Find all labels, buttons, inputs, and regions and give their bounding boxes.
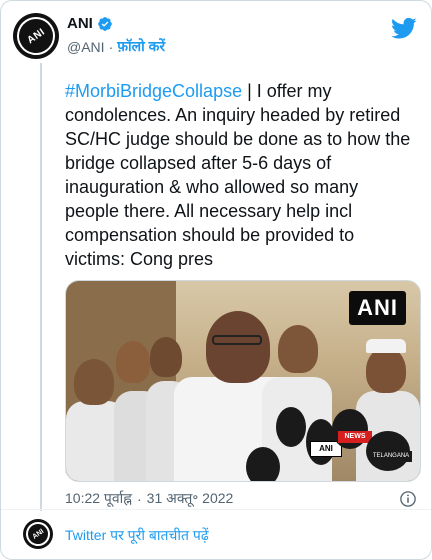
cap [366,339,406,353]
tweet-date[interactable]: 31 अक्तू॰ 2022 [147,489,234,508]
twitter-bird-icon[interactable] [391,15,417,41]
glasses [212,335,262,345]
mic-label-news: NEWS [338,431,372,443]
tweet-body: | I offer my condolences. An inquiry hea… [65,81,411,269]
footer-avatar-logo: ANI [23,519,53,549]
person-left-head [74,359,114,405]
footer-divider [1,509,431,510]
avatar-logo: ANI [13,13,59,59]
tweet-image[interactable]: ANI NEWS TELANGANA ANI [65,280,421,482]
author-name[interactable]: ANI [67,15,93,32]
person-3-head [150,337,182,377]
person-5-head [278,325,318,373]
thread-line [40,63,42,511]
person-right-head [366,347,406,393]
author-handle[interactable]: @ANI [67,39,105,55]
handle-row: @ANI · फ़ॉलो करें [67,37,165,56]
microphone-1 [246,447,280,481]
info-icon[interactable] [399,490,417,508]
avatar[interactable]: ANI [13,13,59,59]
microphone-2 [276,407,306,447]
person-2-head [116,341,150,383]
footer-avatar[interactable]: ANI [23,519,53,549]
read-conversation-link[interactable]: Twitter पर पूरी बातचीत पढ़ें [65,526,209,545]
separator: · [108,38,114,55]
tweet-embed-card: ANI ANI @ANI · फ़ॉलो करें #MorbiBridgeCo… [0,0,432,560]
speaker-head [206,311,270,383]
watermark-logo: ANI [349,291,406,325]
verified-badge-icon [98,16,112,31]
tweet-text: #MorbiBridgeCollapse | I offer my condol… [65,79,417,271]
hashtag-link[interactable]: #MorbiBridgeCollapse [65,81,242,101]
author-name-row[interactable]: ANI [67,15,113,32]
follow-button[interactable]: फ़ॉलो करें [117,37,165,56]
timestamp-separator: · [137,490,142,507]
mic-label-telangana: TELANGANA [370,451,412,462]
tweet-time[interactable]: 10:22 पूर्वाह्न [65,489,132,508]
microphone-4 [332,409,368,449]
timestamp[interactable]: 10:22 पूर्वाह्न · 31 अक्तू॰ 2022 [65,489,233,508]
